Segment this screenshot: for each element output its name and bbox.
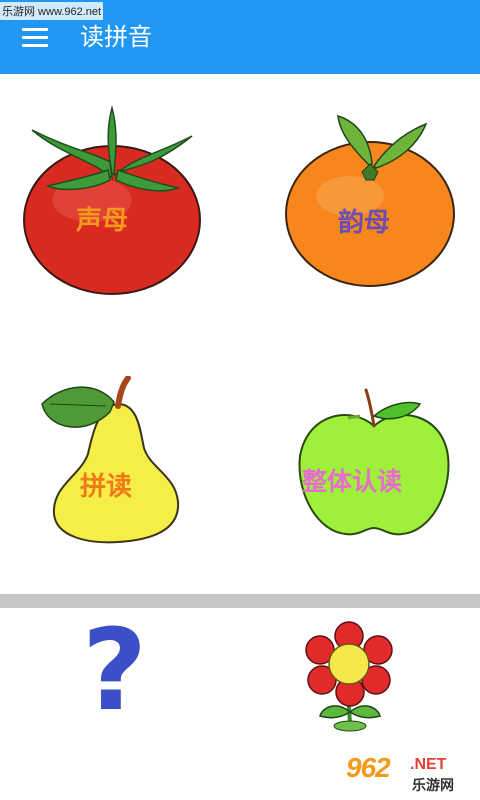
- orange-icon: [285, 114, 455, 287]
- tile-pindu[interactable]: 拼读: [40, 376, 190, 546]
- tile-label: 整体认读: [302, 467, 403, 496]
- section-divider: [0, 594, 480, 608]
- menu-button[interactable]: [22, 26, 50, 50]
- tile-label: 韵母: [338, 208, 391, 238]
- watermark-logo-suffix: .NET: [410, 756, 447, 773]
- hamburger-icon-line: [22, 28, 48, 31]
- tile-label: 拼读: [80, 472, 133, 502]
- watermark-logo-cn: 乐游网: [412, 778, 454, 794]
- flower-button[interactable]: [300, 620, 398, 732]
- tile-shengmu[interactable]: 声母: [22, 100, 202, 300]
- question-mark-icon: ?: [82, 606, 147, 736]
- watermark-top: 乐游网 www.962.net: [0, 2, 104, 20]
- page-title: 读拼音: [80, 23, 152, 51]
- help-button[interactable]: ?: [76, 606, 150, 736]
- watermark-logo-number: 962: [346, 752, 391, 783]
- hamburger-icon-line: [22, 44, 48, 47]
- tile-label: 声母: [76, 206, 129, 236]
- flower-icon: [305, 621, 393, 732]
- tile-zhengtirendu[interactable]: 整体认读: [296, 386, 452, 538]
- watermark-logo: 962 .NET 乐游网: [340, 752, 480, 800]
- hamburger-icon-line: [22, 36, 48, 39]
- pear-icon: [41, 376, 180, 544]
- tile-yunmu[interactable]: 韵母: [284, 110, 458, 290]
